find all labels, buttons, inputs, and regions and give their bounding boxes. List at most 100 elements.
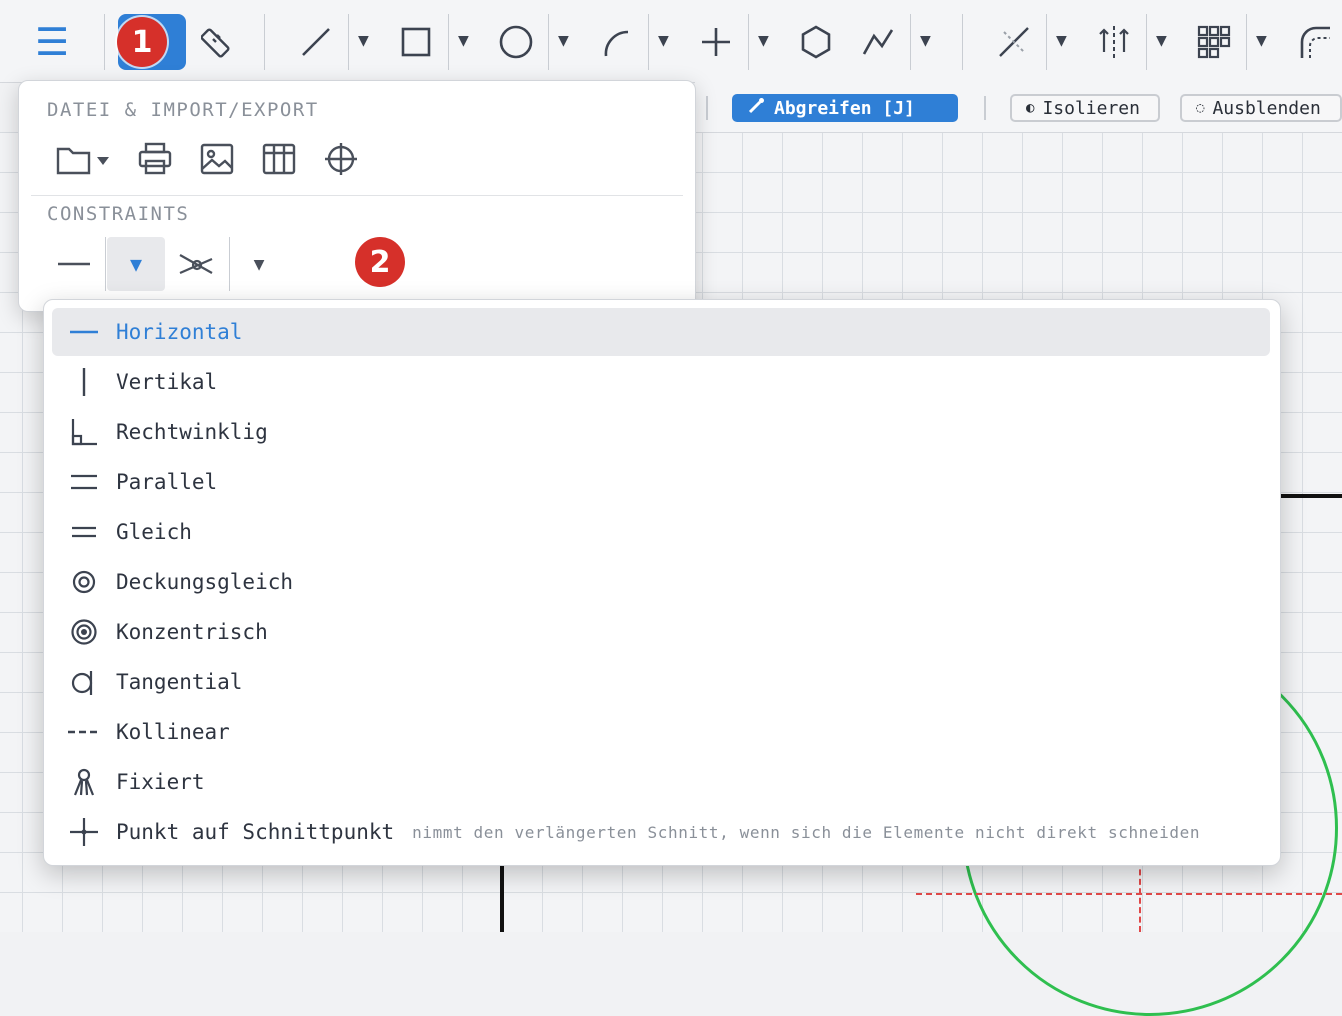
snap-button[interactable]: Abgreifen [J]	[732, 94, 958, 122]
step-badge-2: 2	[355, 237, 405, 287]
centerline-horizontal	[916, 893, 1342, 895]
menu-item-label: Parallel	[116, 470, 218, 494]
toolbar-separator	[264, 14, 265, 70]
chevron-down-icon[interactable]: ▼	[1256, 30, 1267, 51]
tool-panel: DATEI & IMPORT/EXPORT CONSTRAINTS ▼ ▼	[18, 80, 696, 312]
menu-item-hint: nimmt den verlängerten Schnitt, wenn sic…	[412, 822, 1201, 842]
crosshair-icon[interactable]	[319, 137, 363, 181]
menu-item-label: Fixiert	[116, 770, 205, 794]
tangent-icon	[52, 658, 116, 706]
collinear-icon	[52, 708, 116, 756]
menu-item-label: Kollinear	[116, 720, 230, 744]
toolbar-separator	[648, 14, 649, 70]
toolbar-separator	[1146, 14, 1147, 70]
table-icon[interactable]	[257, 137, 301, 181]
parallel-icon	[52, 458, 116, 506]
step-badge-1: 1	[117, 17, 167, 67]
horizontal-icon	[52, 308, 116, 356]
menu-item-label: Horizontal	[116, 320, 243, 344]
mirror-icon[interactable]	[1090, 14, 1138, 70]
image-icon[interactable]	[195, 137, 239, 181]
isolate-label: Isolieren	[1042, 97, 1140, 119]
pipette-icon	[746, 96, 766, 121]
rectangle-icon[interactable]	[392, 14, 440, 70]
constraint-menu: Horizontal Vertikal Rechtwinklig Paralle…	[43, 299, 1281, 866]
toolbar-separator	[1046, 14, 1047, 70]
axis-line-horizontal	[1280, 494, 1342, 498]
circle-icon[interactable]	[492, 14, 540, 70]
chevron-down-icon[interactable]: ▼	[558, 30, 569, 51]
toolbar-separator	[1246, 14, 1247, 70]
measure-icon[interactable]	[194, 14, 242, 70]
toolbar-separator	[984, 96, 986, 120]
menu-icon[interactable]: ☰	[30, 14, 74, 70]
hide-button[interactable]: ◌ Ausblenden	[1180, 94, 1342, 122]
fillet-icon[interactable]	[1290, 14, 1338, 70]
menu-item-intersection-point[interactable]: Punkt auf Schnittpunkt nimmt den verläng…	[52, 808, 1270, 856]
section-divider	[31, 195, 683, 196]
chevron-down-icon[interactable]: ▼	[241, 237, 277, 291]
toolbar-separator	[910, 14, 911, 70]
pattern-icon[interactable]	[1190, 14, 1238, 70]
chevron-down-icon[interactable]: ▼	[458, 30, 469, 51]
polyline-icon[interactable]	[854, 14, 902, 70]
intersection-point-icon	[52, 808, 116, 856]
menu-item-label: Rechtwinklig	[116, 420, 268, 444]
constraints-section-title: CONSTRAINTS	[47, 203, 190, 225]
trim-icon[interactable]	[990, 14, 1038, 70]
panel-separator	[105, 237, 106, 291]
chevron-down-icon[interactable]: ▼	[358, 30, 369, 51]
coincident-icon	[52, 558, 116, 606]
toolbar-separator	[548, 14, 549, 70]
toolbar-separator	[748, 14, 749, 70]
chevron-down-icon[interactable]: ▼	[758, 30, 769, 51]
hide-label: Ausblenden	[1212, 97, 1321, 119]
fixed-icon	[52, 758, 116, 806]
line-icon[interactable]	[292, 14, 340, 70]
menu-item-vertical[interactable]: Vertikal	[52, 358, 1270, 406]
menu-item-parallel[interactable]: Parallel	[52, 458, 1270, 506]
toolbar-separator	[348, 14, 349, 70]
menu-item-label: Deckungsgleich	[116, 570, 294, 594]
menu-item-perpendicular[interactable]: Rechtwinklig	[52, 408, 1270, 456]
folder-icon[interactable]	[55, 137, 115, 181]
menu-item-label: Tangential	[116, 670, 243, 694]
menu-item-equal[interactable]: Gleich	[52, 508, 1270, 556]
equal-icon	[52, 508, 116, 556]
chevron-down-icon: ▼	[129, 252, 143, 276]
horizontal-constraint-button[interactable]	[49, 237, 99, 291]
menu-item-collinear[interactable]: Kollinear	[52, 708, 1270, 756]
menu-item-fixed[interactable]: Fixiert	[52, 758, 1270, 806]
menu-item-horizontal[interactable]: Horizontal	[52, 308, 1270, 356]
toolbar-separator	[104, 14, 105, 70]
chevron-down-icon[interactable]: ▼	[920, 30, 931, 51]
main-toolbar: ☰ ▼ ▼ ▼ ▼ ▼ ▼ ▼ ▼ ▼	[0, 0, 1342, 83]
intersection-constraint-button[interactable]	[171, 237, 221, 291]
print-icon[interactable]	[133, 137, 177, 181]
polygon-icon[interactable]	[792, 14, 840, 70]
menu-item-concentric[interactable]: Konzentrisch	[52, 608, 1270, 656]
half-circle-icon: ◐	[1026, 100, 1035, 116]
menu-item-label: Punkt auf Schnittpunkt	[116, 820, 395, 844]
chevron-down-icon[interactable]: ▼	[658, 30, 669, 51]
point-icon[interactable]	[692, 14, 740, 70]
constraint-dropdown-toggle[interactable]: ▼	[107, 237, 165, 291]
menu-item-label: Vertikal	[116, 370, 218, 394]
centerline-vertical	[1139, 860, 1141, 932]
file-section-title: DATEI & IMPORT/EXPORT	[47, 99, 319, 121]
concentric-icon	[52, 608, 116, 656]
menu-item-label: Gleich	[116, 520, 192, 544]
panel-separator	[229, 237, 230, 291]
chevron-down-icon[interactable]: ▼	[1056, 30, 1067, 51]
vertical-icon	[52, 358, 116, 406]
toolbar-separator	[962, 14, 963, 70]
menu-item-coincident[interactable]: Deckungsgleich	[52, 558, 1270, 606]
snap-label: Abgreifen [J]	[774, 97, 915, 119]
chevron-down-icon[interactable]: ▼	[1156, 30, 1167, 51]
arc-icon[interactable]	[592, 14, 640, 70]
toolbar-separator	[448, 14, 449, 70]
menu-item-label: Konzentrisch	[116, 620, 268, 644]
isolate-button[interactable]: ◐ Isolieren	[1010, 94, 1160, 122]
dotted-circle-icon: ◌	[1196, 100, 1205, 116]
menu-item-tangent[interactable]: Tangential	[52, 658, 1270, 706]
